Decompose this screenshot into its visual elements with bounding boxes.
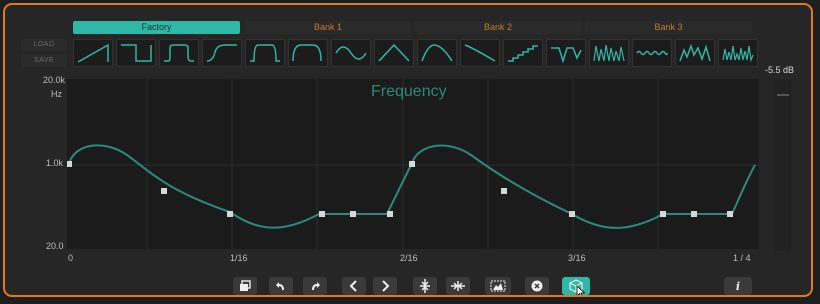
rounded-square-icon xyxy=(164,44,194,62)
load-button[interactable]: LOAD xyxy=(21,39,67,51)
exp-square-icon xyxy=(206,44,237,62)
close-circle-icon xyxy=(531,280,543,292)
x-label-2-16: 2/16 xyxy=(400,253,418,263)
x-label-1-16: 1/16 xyxy=(230,253,248,263)
triangle-wave-icon xyxy=(378,43,410,62)
shape-square-button[interactable] xyxy=(116,39,156,67)
curve-point[interactable] xyxy=(387,211,393,217)
shape-rounded-square-button[interactable] xyxy=(159,39,199,67)
save-button[interactable]: SAVE xyxy=(21,55,67,67)
curve-point[interactable] xyxy=(66,161,72,167)
redo-button[interactable] xyxy=(303,277,327,295)
fill-graph-button[interactable] xyxy=(485,277,511,295)
curve-point[interactable] xyxy=(350,211,356,217)
tab-bank-2[interactable]: Bank 2 xyxy=(414,21,582,34)
random-peaks-icon xyxy=(679,43,711,62)
duplicate-button[interactable] xyxy=(233,277,257,295)
x-label-0: 0 xyxy=(68,253,74,263)
shape-exp-square-button[interactable] xyxy=(202,39,242,67)
mouse-cursor-icon xyxy=(576,285,586,295)
tab-factory[interactable]: Factory xyxy=(73,21,240,34)
clear-button[interactable] xyxy=(525,277,549,295)
curve-point[interactable] xyxy=(691,211,697,217)
soft-square-icon xyxy=(250,44,280,62)
shape-small-wave-button[interactable] xyxy=(632,39,672,67)
shape-triangle-button[interactable] xyxy=(374,39,414,67)
ramp-down-curve-icon xyxy=(421,44,453,62)
randomize-button[interactable] xyxy=(562,277,590,295)
sine-wave-icon xyxy=(335,46,367,60)
shape-sine-button[interactable] xyxy=(331,39,371,67)
graph-fill-icon xyxy=(490,280,506,292)
curve-point[interactable] xyxy=(501,188,507,194)
shape-staircase-button[interactable] xyxy=(503,39,543,67)
previous-button[interactable] xyxy=(342,277,366,295)
next-button[interactable] xyxy=(373,277,397,295)
square-wave-icon xyxy=(121,44,152,62)
curve-canvas[interactable] xyxy=(66,79,759,249)
curve-point[interactable] xyxy=(569,211,575,217)
undo-button[interactable] xyxy=(269,277,293,295)
curve-point[interactable] xyxy=(227,211,233,217)
notch-icon xyxy=(551,47,582,64)
shape-noise-button[interactable] xyxy=(718,39,758,67)
shape-notch-button[interactable] xyxy=(546,39,586,67)
chevron-left-icon xyxy=(349,280,357,292)
y-label-top: 20.0k xyxy=(43,75,66,85)
shape-soft-square-button[interactable] xyxy=(245,39,285,67)
smooth-square-icon xyxy=(292,44,322,62)
info-button[interactable]: i xyxy=(724,277,752,295)
curve-point[interactable] xyxy=(161,188,167,194)
graph-title: Frequency xyxy=(371,83,447,100)
tab-bank-3[interactable]: Bank 3 xyxy=(585,21,752,34)
curve-point[interactable] xyxy=(319,211,325,217)
tab-bank-1[interactable]: Bank 1 xyxy=(245,21,411,34)
curve-point[interactable] xyxy=(660,211,666,217)
shape-saw-down-button[interactable] xyxy=(460,39,500,67)
shape-random-peaks-button[interactable] xyxy=(675,39,715,67)
saw-down-icon xyxy=(464,44,496,62)
meter-marker xyxy=(777,94,789,96)
sawtooth-burst-icon xyxy=(593,44,625,62)
level-readout: -5.5 dB xyxy=(765,65,795,75)
vertical-compress-button[interactable] xyxy=(413,277,437,295)
lfo-editor-window: Factory Bank 1 Bank 2 Bank 3 LOAD SAVE F… xyxy=(3,3,813,297)
y-label-mid: 1.0k xyxy=(46,158,64,168)
horizontal-compress-icon xyxy=(451,281,465,291)
y-label-unit: Hz xyxy=(51,89,62,99)
ramp-up-icon xyxy=(77,43,109,63)
small-wave-icon xyxy=(636,50,668,56)
y-label-bottom: 20.0 xyxy=(46,241,64,251)
shape-sawtooth-burst-button[interactable] xyxy=(589,39,629,67)
noise-icon xyxy=(722,45,754,63)
shape-ramp-up-button[interactable] xyxy=(73,39,113,67)
shape-smooth-square-button[interactable] xyxy=(288,39,328,67)
x-label-1-4: 1 / 4 xyxy=(733,253,751,263)
x-label-3-16: 3/16 xyxy=(568,253,586,263)
horizontal-compress-button[interactable] xyxy=(446,277,470,295)
chevron-right-icon xyxy=(382,280,390,292)
shape-ramp-down-curve-button[interactable] xyxy=(417,39,457,67)
lfo-curve-graph[interactable] xyxy=(66,79,759,249)
lfo-curve[interactable] xyxy=(68,144,756,229)
duplicate-icon xyxy=(240,280,251,291)
vertical-compress-icon xyxy=(420,279,430,293)
curve-point[interactable] xyxy=(409,161,415,167)
staircase-icon xyxy=(508,45,538,62)
level-meter xyxy=(775,79,791,251)
redo-icon xyxy=(312,282,320,290)
undo-icon xyxy=(276,282,284,290)
curve-point[interactable] xyxy=(727,211,733,217)
